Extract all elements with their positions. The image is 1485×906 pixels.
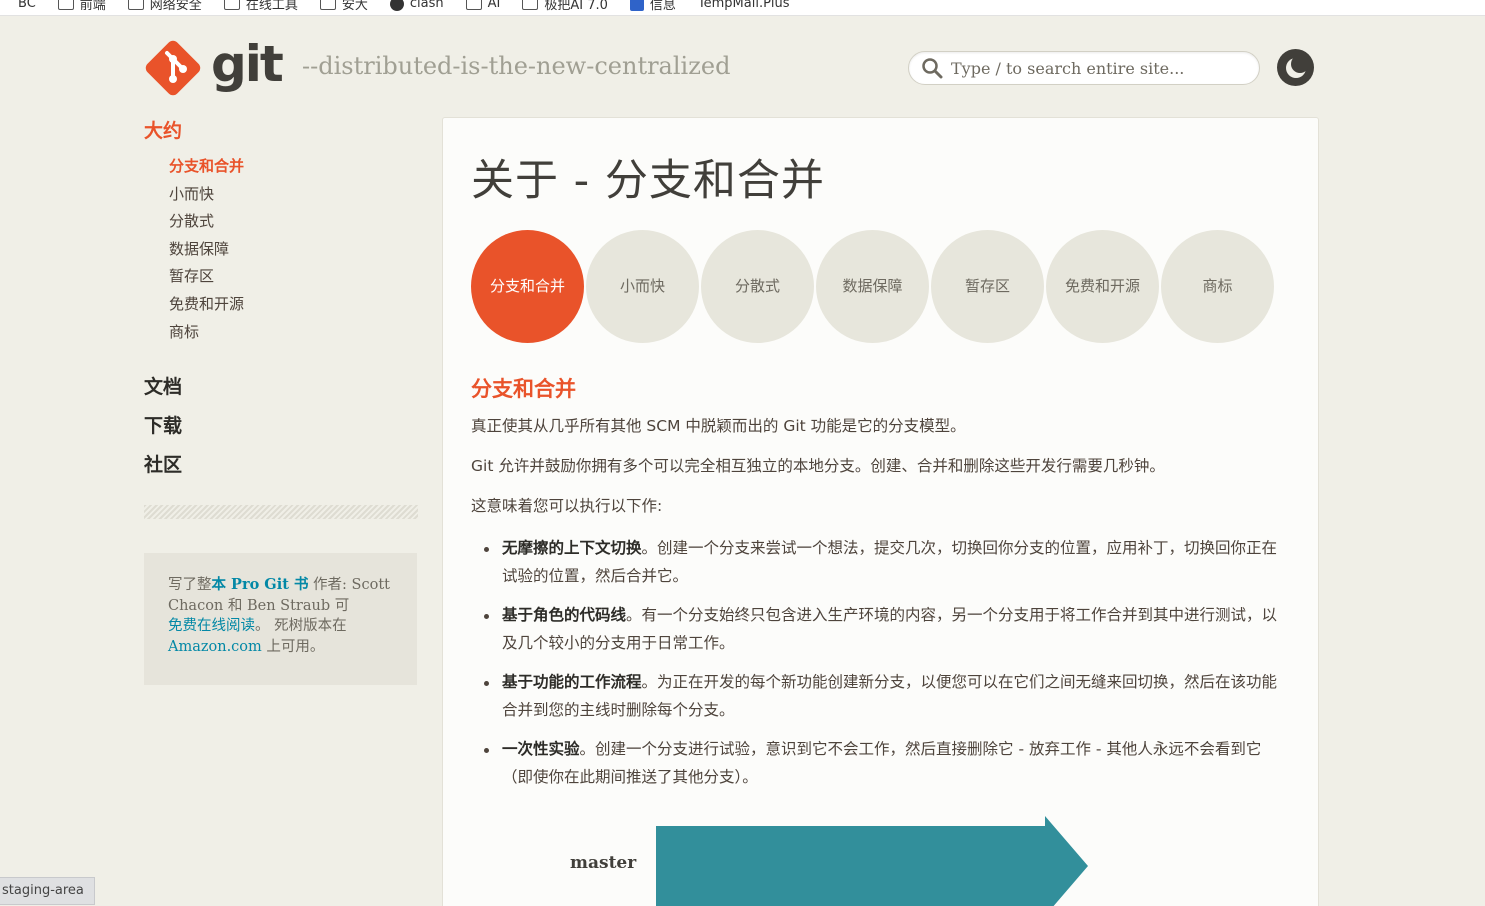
bookmark-folder-security[interactable]: 网络安全	[127, 0, 202, 13]
pro-git-book-link[interactable]: 本 Pro Git 书	[212, 576, 309, 593]
bookmark-folder-anda[interactable]: 安大	[319, 0, 368, 13]
circle-free-open-source[interactable]: 免费和开源	[1046, 230, 1159, 343]
folder-icon	[522, 0, 539, 10]
sidebar: 大约 分支和合并 小而快 分散式 数据保障 暂存区 免费和开源 商标 文档 下载…	[144, 116, 418, 686]
amazon-link[interactable]: Amazon.com	[168, 639, 262, 655]
bookmark-folder-tools[interactable]: 在线工具	[223, 0, 298, 13]
folder-icon	[223, 0, 240, 10]
search-input[interactable]	[951, 58, 1241, 78]
sidebar-item-distributed[interactable]: 分散式	[169, 208, 418, 236]
intro-paragraph-2: Git 允许并鼓励你拥有多个可以完全相互独立的本地分支。创建、合并和删除这些开发…	[471, 457, 1165, 475]
sidebar-section-community[interactable]: 社区	[144, 450, 418, 477]
pro-git-book-box: 写了整本 Pro Git 书 作者: Scott Chacon 和 Ben St…	[144, 553, 417, 686]
bookmarks-bar: BC 前端 网络安全 在线工具 安大 clash AI 极把AI 7.0 信息 …	[0, 0, 1485, 16]
sidebar-item-data-assurance[interactable]: 数据保障	[169, 236, 418, 264]
sidebar-item-small-fast[interactable]: 小而快	[169, 181, 418, 209]
sidebar-item-trademark[interactable]: 商标	[169, 319, 418, 347]
sidebar-item-staging-area[interactable]: 暂存区	[169, 263, 418, 291]
about-circle-nav: 分支和合并 小而快 分散式 数据保障 暂存区 免费和开源 商标	[471, 230, 1290, 343]
circle-staging-area[interactable]: 暂存区	[931, 230, 1044, 343]
bookmark-tempmail[interactable]: TempMail.Plus	[698, 0, 790, 11]
list-item: 基于角色的代码线。有一个分支始终只包含进入生产环境的内容，另一个分支用于将工作合…	[482, 602, 1290, 657]
logo-text: git	[211, 35, 284, 93]
about-submenu: 分支和合并 小而快 分散式 数据保障 暂存区 免费和开源 商标	[169, 153, 418, 346]
page-title: 关于 - 分支和合并	[471, 156, 825, 206]
tagline: --distributed-is-the-new-centralized	[302, 52, 731, 80]
bookmark-info[interactable]: 信息	[629, 0, 676, 13]
folder-icon	[127, 0, 144, 10]
folder-icon	[319, 0, 336, 10]
status-bar-url: staging-area	[0, 877, 95, 905]
dark-mode-toggle[interactable]	[1277, 49, 1314, 86]
circle-branching[interactable]: 分支和合并	[471, 230, 584, 343]
folder-icon	[57, 0, 74, 10]
list-item: 基于功能的工作流程。为正在开发的每个新功能创建新分支，以便您可以在它们之间无缝来…	[482, 669, 1290, 724]
bookmark-folder-ai[interactable]: AI	[465, 0, 500, 11]
moon-icon	[1285, 55, 1308, 78]
feature-list: 无摩擦的上下文切换。创建一个分支来尝试一个想法，提交几次，切换回你分支的位置，应…	[471, 535, 1290, 791]
sidebar-section-downloads[interactable]: 下载	[144, 411, 418, 438]
git-logo-icon	[145, 40, 201, 96]
branch-diagram: master	[443, 813, 1320, 906]
git-logo[interactable]: git	[143, 35, 284, 98]
main-content: 关于 - 分支和合并 分支和合并 小而快 分散式 数据保障 暂存区 免费和开源 …	[442, 117, 1319, 906]
search-box[interactable]	[908, 51, 1260, 85]
list-item: 一次性实验。创建一个分支进行试验，意识到它不会工作，然后直接删除它 - 放弃工作…	[482, 736, 1290, 791]
sidebar-divider	[144, 505, 418, 520]
folder-icon	[465, 0, 482, 10]
circle-small-fast[interactable]: 小而快	[586, 230, 699, 343]
circle-trademark[interactable]: 商标	[1161, 230, 1274, 343]
tg-icon	[629, 0, 644, 11]
bookmark-bc[interactable]: BC	[18, 0, 36, 11]
intro-paragraph-1: 真正使其从几乎所有其他 SCM 中脱颖而出的 Git 功能是它的分支模型。	[471, 417, 966, 435]
bookmark-folder-frontend[interactable]: 前端	[57, 0, 106, 13]
list-item: 无摩擦的上下文切换。创建一个分支来尝试一个想法，提交几次，切换回你分支的位置，应…	[482, 535, 1290, 590]
bookmark-folder-jiba[interactable]: 极把AI 7.0	[522, 0, 608, 13]
circle-distributed[interactable]: 分散式	[701, 230, 814, 343]
github-icon	[389, 0, 404, 11]
sidebar-item-free-open-source[interactable]: 免费和开源	[169, 291, 418, 319]
section-title: 分支和合并	[471, 377, 576, 401]
circle-data-assurance[interactable]: 数据保障	[816, 230, 929, 343]
search-icon	[922, 58, 943, 79]
master-branch-arrow	[656, 816, 1088, 906]
sidebar-section-about[interactable]: 大约	[144, 116, 418, 143]
read-online-link[interactable]: 免费在线阅读	[168, 618, 255, 634]
intro-paragraph-3: 这意味着您可以执行以下作:	[471, 497, 663, 515]
sidebar-section-docs[interactable]: 文档	[144, 372, 418, 399]
sidebar-item-branching[interactable]: 分支和合并	[169, 153, 418, 181]
bookmark-clash[interactable]: clash	[389, 0, 444, 11]
